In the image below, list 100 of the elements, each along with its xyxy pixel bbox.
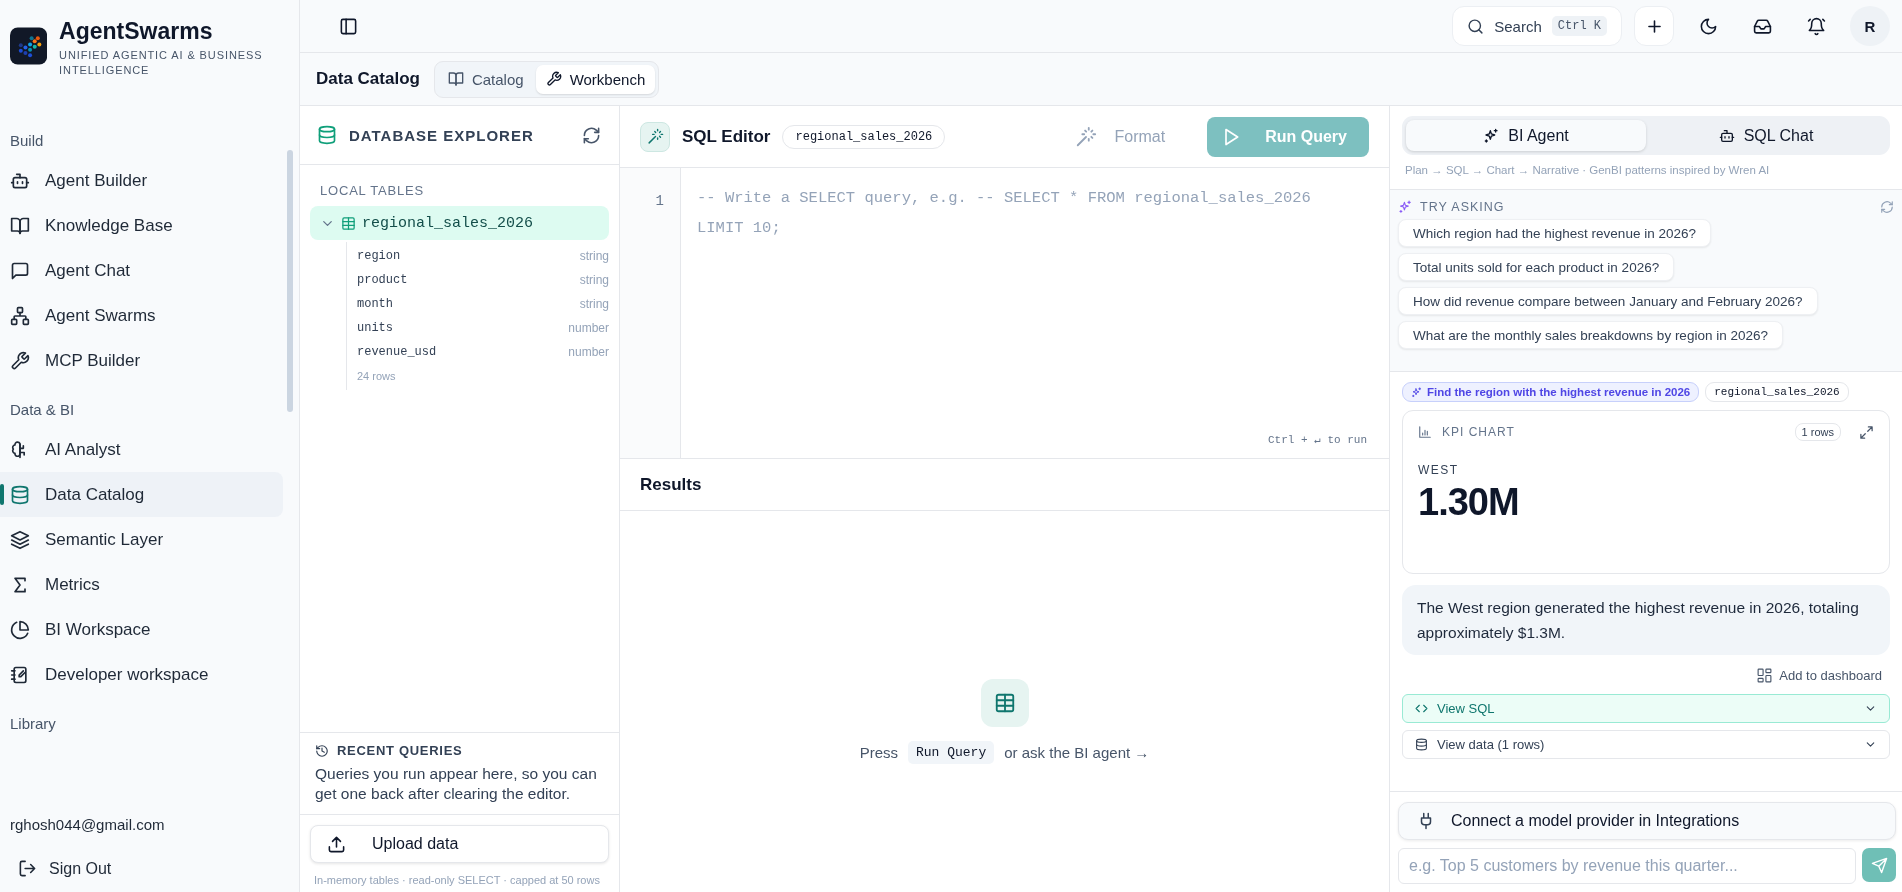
database-icon: [1415, 738, 1428, 751]
sidebar-item[interactable]: Metrics: [0, 562, 283, 607]
sign-out-button[interactable]: Sign Out: [14, 855, 116, 882]
card-title: KPI CHART: [1442, 425, 1516, 439]
refresh-icon: [582, 125, 601, 145]
page-title: Data Catalog: [316, 69, 420, 89]
tab[interactable]: BI Agent: [1406, 120, 1646, 151]
search-button[interactable]: Search Ctrl K: [1452, 6, 1622, 46]
brand-tagline: UNIFIED AGENTIC AI & BUSINESS INTELLIGENCE: [59, 48, 264, 78]
shortcut-key: Ctrl K: [1551, 16, 1607, 36]
question-tag: Find the region with the highest revenue in 2026: [1402, 382, 1700, 402]
moon-icon: [1698, 16, 1718, 36]
section-title: Build: [10, 132, 44, 149]
bar-chart-icon: [1418, 425, 1432, 439]
table-icon: [993, 692, 1016, 714]
kpi-label: WEST: [1418, 463, 1460, 477]
section-title: TRY ASKING: [1420, 200, 1506, 214]
pie-chart-icon: [10, 619, 30, 640]
database-icon: [317, 125, 337, 145]
search-icon: [1467, 17, 1485, 35]
key-label: Run Query: [908, 741, 995, 764]
book-icon: [10, 215, 30, 236]
sparkles-icon: [1398, 200, 1412, 214]
section-title: Data & BI: [10, 401, 75, 418]
suggestion-chip[interactable]: Which region had the highest revenue in 2026?: [1398, 219, 1711, 247]
code-icon: [1415, 702, 1428, 715]
sidebar-item[interactable]: MCP Builder: [0, 338, 283, 383]
history-icon: [315, 743, 329, 758]
footnote: In-memory tables · read-only SELECT · capped at 50 rows: [313, 873, 601, 888]
tab[interactable]: Catalog: [437, 64, 534, 94]
pipeline-caption: Plan → SQL → Chart → Narrative · GenBI patterns inspired by Wren AI: [1404, 164, 1771, 176]
sidebar-item[interactable]: Semantic Layer: [0, 517, 283, 562]
chat-input-field[interactable]: e.g. Top 5 customers by revenue this quarter...: [1398, 848, 1856, 884]
add-to-dashboard-button[interactable]: Add to dashboard: [1756, 667, 1882, 684]
suggestion-chip[interactable]: What are the monthly sales breakdowns by region in 2026?: [1398, 321, 1783, 349]
wand-icon: [646, 128, 664, 145]
table-icon: [341, 215, 356, 231]
column-name: units: [357, 321, 393, 335]
row-count: 1 rows: [1794, 423, 1841, 441]
column-name: region: [357, 249, 401, 263]
wand-icon: [1074, 125, 1097, 148]
upload-icon: [327, 834, 346, 854]
inbox-icon: [1752, 16, 1772, 36]
table-tag: regional_sales_2026: [1705, 382, 1849, 402]
bell-icon: [1806, 16, 1826, 36]
column-type: number: [568, 345, 609, 359]
logout-icon: [18, 859, 37, 878]
network-icon: [10, 305, 30, 326]
sidebar-item[interactable]: Agent Builder: [0, 158, 283, 203]
sidebar-item[interactable]: Knowledge Base: [0, 203, 283, 248]
chat-icon: [10, 260, 30, 281]
answer-message: The West region generated the highest revenue in 2026, totaling approximately $1.3M.: [1402, 585, 1890, 655]
notebook-icon: [10, 664, 30, 685]
upload-button[interactable]: Upload data: [310, 825, 609, 863]
tab[interactable]: Workbench: [535, 64, 656, 94]
editor-title: SQL Editor: [682, 126, 771, 147]
empty-text: Press: [859, 744, 898, 761]
column-name: month: [357, 297, 393, 311]
section-title: LOCAL TABLES: [319, 182, 425, 200]
section-title: RECENT QUERIES: [337, 743, 463, 758]
robot-icon: [1718, 127, 1735, 144]
wrench-icon: [545, 71, 562, 87]
empty-text: or ask the BI agent →: [1004, 744, 1150, 761]
sidebar-item[interactable]: Agent Chat: [0, 248, 283, 293]
row-count: 24 rows: [357, 369, 397, 382]
section-title: Library: [10, 715, 56, 732]
grid-icon: [1756, 667, 1774, 684]
suggestion-chip[interactable]: Total units sold for each product in 2026?: [1398, 253, 1675, 281]
sidebar-item[interactable]: Data Catalog: [0, 472, 283, 517]
brand-name: AgentSwarms: [59, 18, 214, 45]
suggestion-chip[interactable]: How did revenue compare between January and February 2026?: [1398, 287, 1818, 315]
panel-icon: [338, 16, 358, 36]
column-name: revenue_usd: [357, 345, 437, 359]
column-type: string: [579, 273, 609, 287]
column-type: string: [579, 297, 609, 311]
kpi-value: 1.30M: [1418, 481, 1520, 524]
refresh-icon: [1880, 200, 1894, 214]
scrollbar-thumb[interactable]: [287, 150, 293, 412]
disclosure-button[interactable]: View SQL: [1402, 694, 1890, 723]
connect-provider-button[interactable]: Connect a model provider in Integrations: [1398, 802, 1896, 840]
line-number: 1: [654, 192, 664, 211]
column-type: string: [579, 249, 609, 263]
shortcut-hint: Ctrl + ↵ to run: [1267, 433, 1367, 446]
column-type: number: [568, 321, 609, 335]
sparkles-icon: [1411, 386, 1422, 398]
empty-message: Queries you run appear here, so you can get one back after clearing the editor.: [315, 764, 598, 804]
user-avatar[interactable]: R: [1850, 6, 1890, 46]
table-item[interactable]: regional_sales_2026: [310, 206, 609, 240]
expand-icon: [1859, 424, 1874, 440]
database-icon: [10, 484, 30, 505]
tab[interactable]: SQL Chat: [1646, 120, 1886, 151]
sidebar-item[interactable]: BI Workspace: [0, 607, 283, 652]
sidebar-item[interactable]: Agent Swarms: [0, 293, 283, 338]
sidebar-item[interactable]: AI Analyst: [0, 427, 283, 472]
sidebar-item[interactable]: Developer workspace: [0, 652, 283, 697]
refresh-button[interactable]: [582, 125, 601, 145]
panel-title: DATABASE EXPLORER: [349, 126, 535, 144]
expand-button[interactable]: [1859, 424, 1874, 440]
user-email: rghosh044@gmail.com: [10, 815, 166, 835]
disclosure-button[interactable]: View data (1 rows): [1402, 730, 1890, 759]
